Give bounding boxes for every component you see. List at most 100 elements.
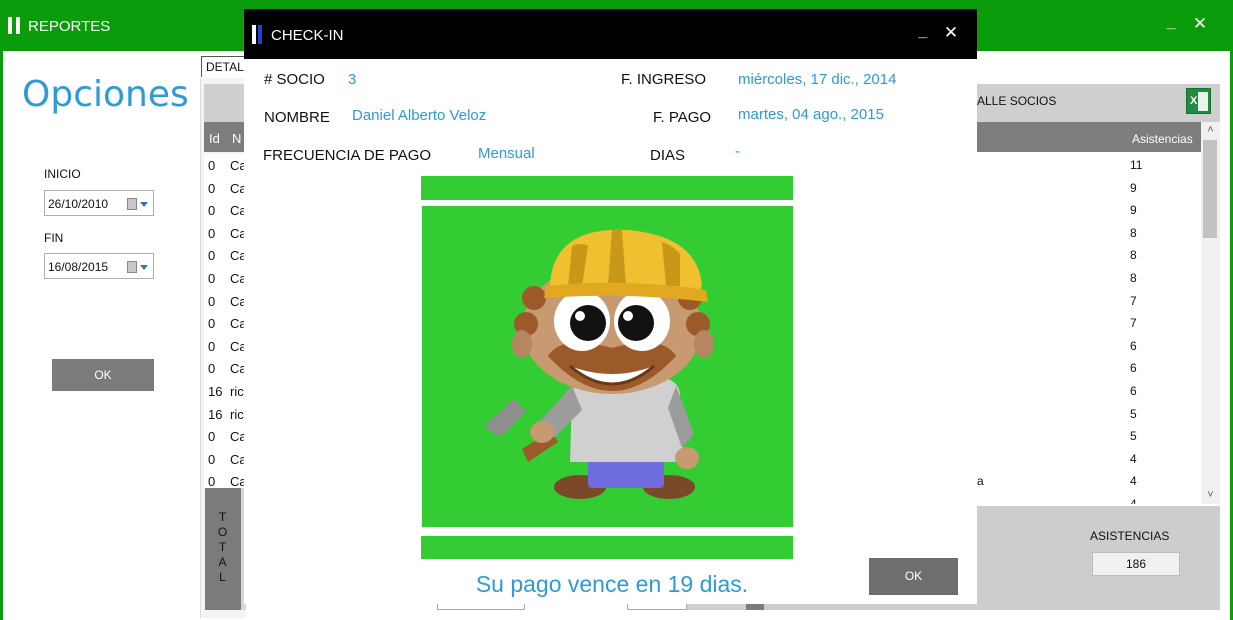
table-row[interactable]: 0 Ca bbox=[204, 312, 246, 335]
cell-asistencias: 4 bbox=[1130, 474, 1137, 489]
total-label-vertical: TOTAL bbox=[205, 488, 241, 610]
pago-value: martes, 04 ago., 2015 bbox=[738, 106, 884, 123]
socios-grid-rows: 11 9 9 8 8 8 7 7 6 6 6 5 5 4 a4 4 bbox=[977, 152, 1201, 504]
close-button[interactable]: ✕ bbox=[1190, 14, 1210, 36]
fin-date-picker[interactable]: 16/08/2015 bbox=[44, 253, 154, 279]
socios-grid-title: ALLE SOCIOS bbox=[977, 94, 1057, 108]
cell-asistencias: 6 bbox=[1130, 383, 1137, 398]
cell-id: 0 bbox=[208, 451, 216, 467]
table-row[interactable]: 0 Ca bbox=[204, 244, 246, 267]
options-ok-button[interactable]: OK bbox=[52, 359, 154, 391]
detail-grid-header-band bbox=[204, 84, 246, 122]
worker-avatar-icon bbox=[484, 229, 714, 499]
options-heading: Opciones bbox=[22, 74, 189, 115]
cell-id: 0 bbox=[208, 180, 216, 196]
cell-asistencias: 6 bbox=[1130, 361, 1137, 376]
window-title: REPORTES bbox=[28, 18, 111, 35]
asistencias-total-value: 186 bbox=[1092, 552, 1180, 576]
table-row[interactable]: 7 bbox=[977, 288, 1201, 311]
member-photo bbox=[422, 206, 793, 527]
table-row[interactable]: 0 Ca bbox=[204, 222, 246, 245]
cell-id: 0 bbox=[208, 338, 216, 354]
cell-id: 0 bbox=[208, 361, 216, 377]
calendar-dropdown-icon[interactable] bbox=[127, 260, 149, 274]
table-row[interactable]: 16 ric bbox=[204, 403, 246, 426]
table-row[interactable]: 6 bbox=[977, 333, 1201, 356]
table-row[interactable]: 9 bbox=[977, 175, 1201, 198]
dias-value: - bbox=[735, 143, 740, 160]
cell-asistencias: 5 bbox=[1130, 406, 1137, 421]
table-row[interactable]: 0 Ca bbox=[204, 448, 246, 471]
excel-icon[interactable]: X bbox=[1186, 88, 1211, 114]
checkin-dialog: CHECK-IN _ ✕ # SOCIO 3 NOMBRE Daniel Alb… bbox=[244, 9, 977, 604]
table-row[interactable]: 8 bbox=[977, 265, 1201, 288]
app-icon bbox=[8, 17, 20, 34]
inicio-date-picker[interactable]: 26/10/2010 bbox=[44, 190, 154, 216]
fin-date-value: 16/08/2015 bbox=[48, 260, 109, 274]
calendar-dropdown-icon[interactable] bbox=[127, 197, 149, 211]
cell-id: 0 bbox=[208, 429, 216, 445]
minimize-button[interactable]: _ bbox=[913, 23, 933, 45]
cell-id: 0 bbox=[208, 474, 216, 488]
table-row[interactable]: 4 bbox=[977, 446, 1201, 469]
cell-asistencias: 8 bbox=[1130, 270, 1137, 285]
cell-id: 0 bbox=[208, 270, 216, 286]
socio-label: # SOCIO bbox=[264, 71, 325, 88]
checkin-ok-button[interactable]: OK bbox=[869, 558, 958, 595]
inicio-label: INICIO bbox=[44, 167, 81, 181]
table-row[interactable]: 0 Ca bbox=[204, 470, 246, 488]
status-bar-bottom bbox=[421, 536, 793, 559]
cell-asistencias: 9 bbox=[1130, 180, 1137, 195]
table-row[interactable]: 6 bbox=[977, 355, 1201, 378]
table-row[interactable]: 9 bbox=[977, 197, 1201, 220]
tab-detalle[interactable]: DETAL bbox=[201, 56, 246, 77]
table-row[interactable]: 0 Ca bbox=[204, 199, 246, 222]
table-row[interactable]: 0 Ca bbox=[204, 290, 246, 313]
cell-id: 0 bbox=[208, 225, 216, 241]
column-header-nombre[interactable]: N bbox=[232, 131, 241, 146]
cell-nombre: ric bbox=[230, 406, 244, 422]
table-row[interactable]: 4 bbox=[977, 491, 1201, 504]
cell-asistencias: 11 bbox=[1130, 158, 1143, 172]
cell-nombre: ric bbox=[230, 383, 244, 399]
minimize-button[interactable]: _ bbox=[1161, 14, 1181, 36]
cell-asistencias: 7 bbox=[1130, 316, 1137, 331]
scroll-up-icon[interactable]: ˄ bbox=[1201, 124, 1220, 138]
cell-asistencias: 5 bbox=[1130, 429, 1137, 444]
checkin-titlebar: CHECK-IN _ ✕ bbox=[244, 9, 977, 59]
nombre-label: NOMBRE bbox=[264, 109, 330, 126]
frecuencia-label: FRECUENCIA DE PAGO bbox=[263, 147, 432, 164]
dias-label: DIAS bbox=[650, 147, 686, 164]
table-row[interactable]: 8 bbox=[977, 220, 1201, 243]
table-row[interactable]: 0 Ca bbox=[204, 154, 246, 177]
cell-id: 0 bbox=[208, 158, 216, 173]
table-row[interactable]: 0 Ca bbox=[204, 267, 246, 290]
app-icon bbox=[252, 25, 264, 44]
table-row[interactable]: 0 Ca bbox=[204, 177, 246, 200]
cell-id: 16 bbox=[208, 406, 223, 422]
table-row[interactable]: 0 Ca bbox=[204, 357, 246, 380]
scrollbar-thumb[interactable] bbox=[1203, 140, 1217, 238]
table-row[interactable]: 6 bbox=[977, 378, 1201, 401]
asistencias-total-label: ASISTENCIAS bbox=[1090, 529, 1170, 543]
table-row[interactable]: 8 bbox=[977, 242, 1201, 265]
scroll-down-icon[interactable]: ˅ bbox=[1201, 489, 1220, 503]
table-row[interactable]: a4 bbox=[977, 468, 1201, 491]
cell-id: 0 bbox=[208, 203, 216, 219]
table-row[interactable]: 7 bbox=[977, 310, 1201, 333]
window-border-left bbox=[0, 51, 3, 620]
frecuencia-value: Mensual bbox=[478, 145, 535, 162]
column-header-asistencias[interactable]: Asistencias bbox=[1132, 132, 1193, 146]
table-row[interactable]: 5 bbox=[977, 401, 1201, 424]
cell-asistencias: 4 bbox=[1130, 451, 1137, 466]
column-header-id[interactable]: Id bbox=[209, 131, 220, 146]
table-row[interactable]: 5 bbox=[977, 423, 1201, 446]
table-row[interactable]: 16 ric bbox=[204, 380, 246, 403]
table-row[interactable]: 0 Ca bbox=[204, 425, 246, 448]
close-button[interactable]: ✕ bbox=[941, 23, 961, 45]
table-row[interactable]: 0 Ca bbox=[204, 335, 246, 358]
cell-id: 0 bbox=[208, 293, 216, 309]
cell-asistencias: 7 bbox=[1130, 293, 1137, 308]
fin-label: FIN bbox=[44, 231, 64, 245]
table-row[interactable]: 11 bbox=[977, 152, 1201, 175]
